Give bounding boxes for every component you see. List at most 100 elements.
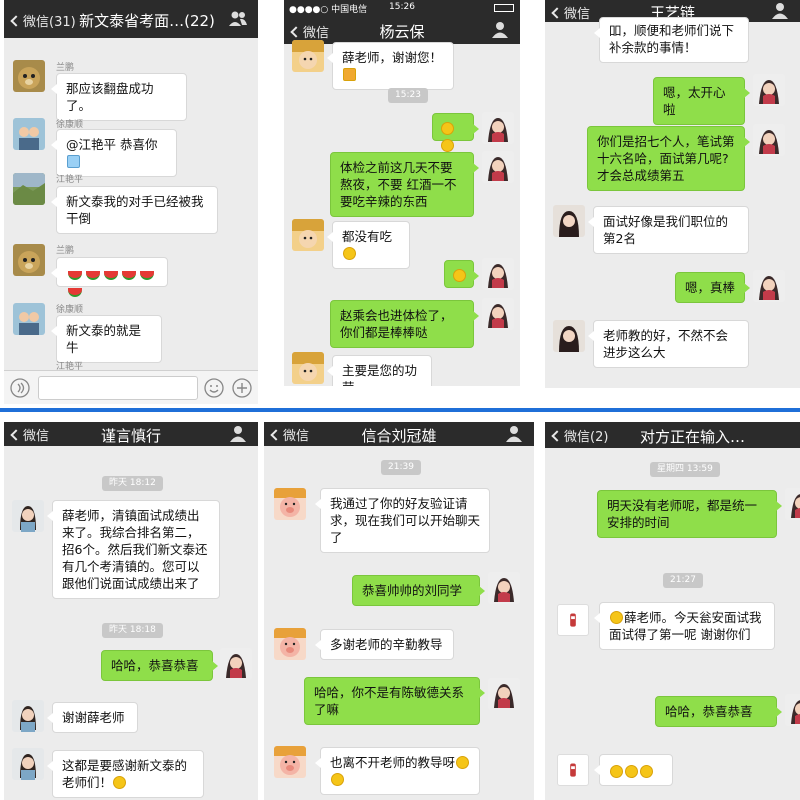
avatar-pig[interactable] [274,628,306,660]
message-bubble[interactable]: 嗯，真棒 [675,272,750,303]
message-bubble[interactable]: 哈哈，恭喜恭喜 [655,696,782,727]
avatar-couple[interactable] [13,118,45,150]
avatar-self[interactable] [220,648,252,680]
grin-emoji-icon [331,773,344,786]
sender-name: 兰鹏 [56,63,75,73]
avatar-teacher[interactable] [12,500,44,532]
message-bubble[interactable]: 嗯，太开心啦 [653,77,750,125]
chat-title: 对方正在输入… [639,428,745,446]
watermelon-icon [86,271,100,280]
voice-icon[interactable] [10,378,30,398]
avatar-self[interactable] [482,112,514,144]
message-bubble[interactable]: 赵乘会也进体检了，你们都是棒棒哒 [330,300,479,348]
message-bubble-watermelons[interactable] [51,257,168,297]
chat-title: 杨云保 [379,23,425,41]
avatar-pig[interactable] [274,746,306,778]
grin-emoji-icon [640,765,653,778]
watermelon-icon [104,271,118,280]
watermelon-icon [68,288,82,297]
chat-panel-group: 微信(31) 新文泰省考面…(22) 兰鹏 那应该翻盘成功了。 徐康顺 @江艳平… [4,0,258,404]
message-bubble[interactable]: 老师教的好，不然不会进步这么大 [588,320,749,368]
avatar-couple[interactable] [13,303,45,335]
avatar-student[interactable] [553,320,585,352]
grin-emoji-icon [456,756,470,769]
person-icon[interactable] [504,425,524,443]
section-divider [0,408,800,412]
avatar-bear[interactable] [13,244,45,276]
avatar-self[interactable] [753,124,785,156]
message-bubble[interactable]: 吅，顺便和老师们说下补余款的事情！ [594,17,749,63]
avatar-contact[interactable] [557,754,589,786]
timestamp: 星期四 13:59 [650,462,720,477]
input-bar [4,370,258,404]
message-bubble[interactable]: 你们是招七个人，笔试第十六名哈，面试第几呢?才会总成绩第五 [587,126,750,191]
message-bubble[interactable]: 多谢老师的辛勤教导 [315,629,454,660]
grin-emoji-icon [343,247,356,260]
avatar-pig[interactable] [274,488,306,520]
sender-name: 徐康顺 [56,305,84,315]
avatar-student[interactable] [553,205,585,237]
avatar-self[interactable] [785,694,800,726]
chat-panel-yang: ●●●●○ 中国电信 15:26 微信 杨云保 薛老师，谢谢您！ 15:23 体… [284,0,520,386]
avatar-self[interactable] [482,258,514,290]
smile-emoji-icon [441,122,454,135]
avatar-cartoon[interactable] [292,352,324,384]
message-bubble[interactable]: 哈哈，恭喜恭喜 [101,650,218,681]
avatar-self[interactable] [753,74,785,106]
message-bubble[interactable]: 新文泰我的对手已经被我干倒 [51,186,218,234]
plus-icon[interactable] [232,378,252,398]
message-input[interactable] [38,376,198,400]
avatar-self[interactable] [482,298,514,330]
avatar-self[interactable] [785,488,800,520]
battery-icon [494,4,514,12]
message-bubble[interactable]: 哈哈，你不是有陈敏德关系了嘛 [304,677,485,725]
emoji-icon [343,68,356,81]
message-bubble[interactable]: 主要是您的功劳 [327,355,432,386]
chat-panel-liu: 微信 信合刘冠雄 21:39 我通过了你的好友验证请求，现在我们可以开始聊天了 … [264,422,534,800]
message-bubble-emoji[interactable] [594,754,673,786]
message-bubble[interactable]: @江艳平 恭喜你 [51,129,177,177]
smile-emoji-icon [441,139,454,152]
message-bubble[interactable]: 我通过了你的好友验证请求，现在我们可以开始聊天了 [315,488,490,553]
nav-bar: 微信(2) 对方正在输入… [545,422,800,448]
avatar-teacher[interactable] [12,700,44,732]
avatar-self[interactable] [488,572,520,604]
message-bubble[interactable]: 这都是要感谢新文泰的老师们！ [47,750,204,798]
person-icon[interactable] [490,21,510,39]
message-bubble[interactable]: 明天没有老师呢，都是统一安排的时间 [597,490,782,538]
avatar-teacher[interactable] [12,748,44,780]
avatar-cartoon[interactable] [292,40,324,72]
chat-title: 谨言慎行 [100,427,161,445]
person-icon[interactable] [770,2,790,20]
message-bubble[interactable]: 新文泰的就是牛 [51,315,162,363]
message-bubble[interactable]: 面试好像是我们职位的第2名 [588,206,749,254]
message-bubble[interactable]: 薛老师，谢谢您！ [327,42,454,90]
avatar-cartoon[interactable] [292,219,324,251]
message-bubble[interactable]: 薛老师，清镇面试成绩出来了。我综合排名第二，招6个。然后我们新文泰还有几个考清镇… [47,500,220,599]
nav-bar: 微信(31) 新文泰省考面…(22) [4,0,258,38]
person-icon[interactable] [228,425,248,443]
message-bubble[interactable]: 也离不开老师的教导呀 [315,747,480,795]
message-bubble-emoji[interactable] [432,113,479,152]
timestamp: 21:39 [381,460,421,475]
avatar-landscape[interactable] [13,173,45,205]
message-bubble[interactable]: 薛老师。今天瓮安面试我面试得了第一呢 谢谢你们 [594,602,775,650]
message-text: @江艳平 恭喜你 [66,137,158,152]
message-bubble[interactable]: 谢谢薛老师 [47,702,138,733]
avatar-self[interactable] [488,678,520,710]
chat-panel-jinyan: 微信 谨言慎行 昨天 18:12 薛老师，清镇面试成绩出来了。我综合排名第二，招… [4,422,258,800]
message-bubble[interactable]: 体检之前这几天不要熬夜，不要 红酒一不要吃辛辣的东西 [330,152,479,217]
emoji-icon[interactable] [204,378,224,398]
avatar-self[interactable] [753,270,785,302]
message-bubble[interactable]: 恭喜帅帅的刘同学 [352,575,485,606]
chat-title: 新文泰省考面…(22) [79,12,215,30]
message-bubble[interactable]: 那应该翻盘成功了。 [51,73,187,121]
avatar-bear[interactable] [13,60,45,92]
avatar-contact[interactable] [557,604,589,636]
message-bubble-emoji[interactable] [444,260,479,288]
avatar-self[interactable] [482,151,514,183]
message-bubble[interactable]: 都没有吃 [327,221,410,269]
group-icon[interactable] [228,10,248,28]
smile-emoji-icon [453,269,466,282]
grin-emoji-icon [610,611,623,624]
